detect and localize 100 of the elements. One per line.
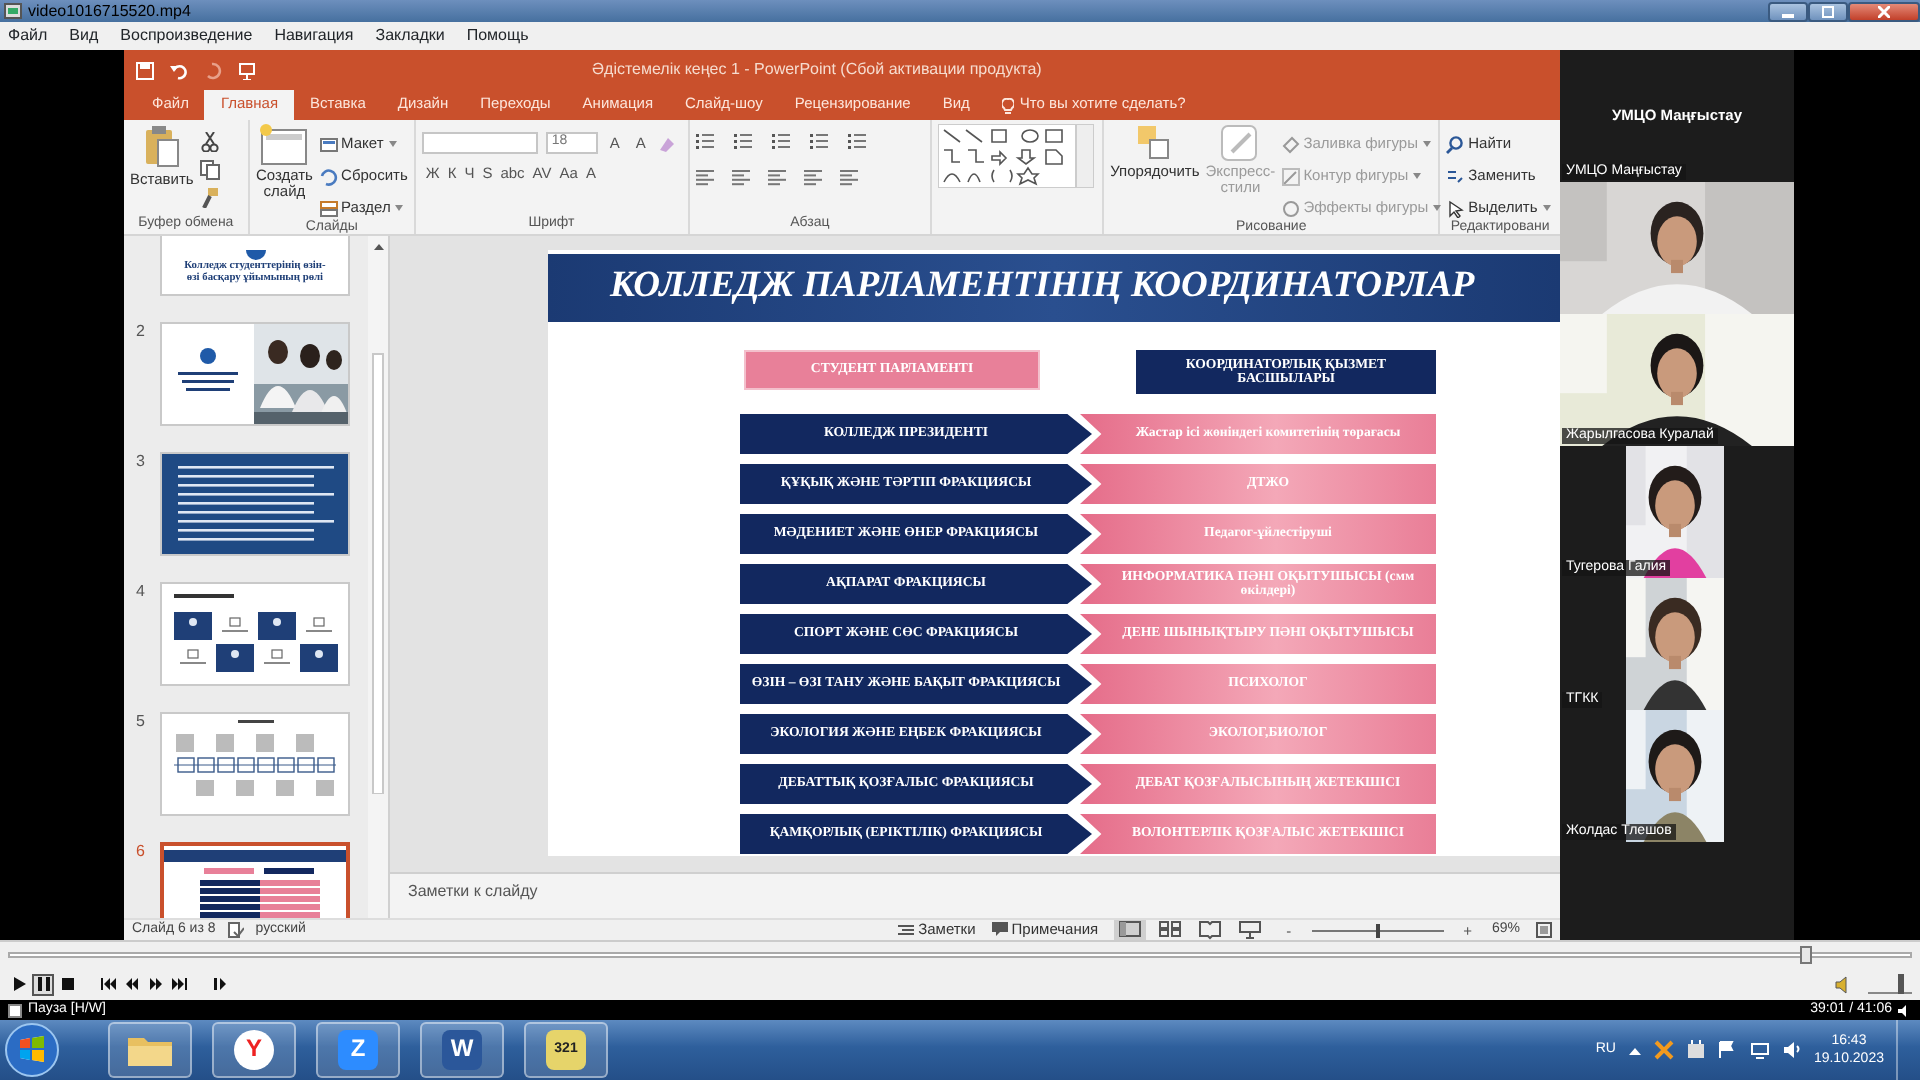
caret-icon [1541,204,1552,212]
skip-back-icon [99,976,115,992]
menu-item[interactable]: Навигация [274,26,354,46]
skip-back-button[interactable] [96,973,118,995]
zoom-slider[interactable] [1375,923,1380,937]
minimize-button[interactable] [1768,1,1808,21]
seek-thumb[interactable] [1799,946,1812,964]
align-center-icon[interactable] [731,168,752,188]
justify-icon[interactable] [803,168,824,188]
normal-view-icon [1118,920,1143,940]
presentation-icon[interactable] [238,61,256,79]
slide-thumbnail[interactable] [160,322,350,426]
notes-placeholder[interactable]: Заметки к слайду [408,882,538,902]
network-icon[interactable] [1749,1040,1770,1060]
frame-step-button[interactable] [208,973,230,995]
pointer-icon [1446,199,1465,217]
fast-forward-button[interactable] [144,973,166,995]
outdent-icon[interactable] [771,132,794,152]
view-button[interactable] [1194,920,1227,940]
pause-icon [35,976,51,992]
align-left-icon[interactable] [695,168,716,188]
undo-icon[interactable] [170,61,188,79]
line-spacing-icon[interactable] [847,132,870,152]
app-glyph: Y [234,1030,274,1070]
menu-item[interactable]: Воспроизведение [120,26,253,46]
show-view-icon [1238,920,1263,940]
spellcheck-icon[interactable] [227,922,244,938]
outline-icon [1281,167,1300,185]
device-icon[interactable] [1685,1040,1706,1060]
sorter-view-icon [1158,920,1183,940]
columns-icon[interactable] [839,168,860,188]
brush-icon[interactable] [199,188,220,208]
flag-icon[interactable] [1717,1040,1738,1060]
app-glyph: Z [338,1030,378,1070]
numbering-icon[interactable] [733,132,756,152]
copy-icon[interactable] [199,160,220,180]
indent-icon[interactable] [809,132,832,152]
seek-track[interactable] [8,952,1912,958]
caret-icon [1432,204,1443,212]
window-title: Әдістемелік кеңес 1 - PowerPoint (Сбой активации продукта) [592,60,1042,80]
skip-forward-icon [171,976,187,992]
slide-number: 6 [136,842,147,864]
menu-item[interactable]: Вид [69,26,99,46]
view-button[interactable] [1114,920,1147,940]
view-button[interactable] [1154,920,1187,940]
quick-styles-icon [1220,124,1261,164]
menu-item[interactable]: Файл [8,26,48,46]
shapes-gallery[interactable] [938,124,1095,188]
word-taskbar-button[interactable]: W [420,1022,504,1078]
emblem-icon [245,250,265,263]
stop-button[interactable] [56,973,78,995]
close-button[interactable] [1848,1,1920,21]
browser-taskbar-button[interactable]: Y [212,1022,296,1078]
volume-icon[interactable] [1834,975,1852,993]
notes-icon [898,922,915,938]
window-title: video1016715520.mp4 [28,1,191,21]
new-slide-icon [258,124,311,168]
pause-button[interactable] [32,973,54,995]
volume-icon[interactable] [1781,1040,1802,1060]
cut-icon[interactable] [199,132,220,152]
show-hidden-icon[interactable] [1627,1043,1642,1057]
menu-item[interactable]: Помощь [466,26,529,46]
fast-forward-icon [147,976,163,992]
font-name-field[interactable] [421,132,538,154]
comment-icon [991,922,1008,938]
slide-number: 5 [136,712,147,734]
search-icon [1446,135,1465,153]
volume-track[interactable] [1868,974,1912,994]
slide-title: КОЛЛЕДЖ ПАРЛАМЕНТІНІҢ КООРДИНАТОРЛАР [610,266,1475,310]
align-right-icon[interactable] [767,168,788,188]
play-button[interactable] [8,973,30,995]
volume-slider[interactable] [1898,974,1904,994]
layout-icon [319,135,338,153]
play-icon [11,976,27,992]
maximize-button[interactable] [1808,1,1848,21]
frame-step-icon [211,976,227,992]
fill-icon [1281,135,1300,153]
save-icon[interactable] [136,61,154,79]
tray-app-icon[interactable] [1653,1040,1674,1060]
view-button[interactable] [1234,920,1267,940]
close-icon [1878,5,1890,17]
section-icon [319,199,338,217]
stop-icon [59,976,75,992]
reset-icon [319,167,338,185]
slide-number: 3 [136,452,147,474]
start-button[interactable] [4,1022,60,1078]
bullets-icon[interactable] [695,132,718,152]
app-glyph: W [442,1030,482,1070]
caret-icon [1421,140,1432,148]
caret-icon [387,140,398,148]
arrange-icon [1136,124,1173,164]
effects-icon [1281,199,1300,217]
scroll-up-icon[interactable] [371,240,385,254]
fit-window-icon[interactable] [1536,922,1552,938]
slide-number: 4 [136,582,147,604]
menu-item[interactable]: Закладки [375,26,445,46]
app-icon [4,2,22,20]
skip-forward-button[interactable] [168,973,190,995]
folder-icon [126,1032,174,1068]
folder-taskbar-button[interactable] [108,1022,192,1078]
